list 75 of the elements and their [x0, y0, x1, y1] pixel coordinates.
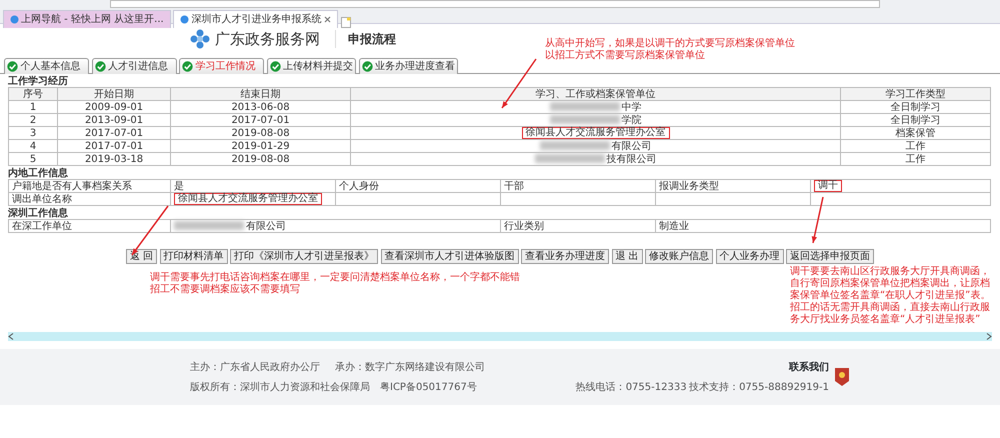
annotation-text: 招工不需要调档案应该不需要填写	[150, 284, 301, 296]
action-button[interactable]: 打印材料清单	[160, 249, 228, 264]
table-cell: 3	[8, 126, 58, 140]
table-cell: 2	[8, 114, 58, 126]
table-cell: 工作	[840, 152, 990, 166]
column-header: 学习、工作或档案保管单位	[350, 88, 840, 100]
annotation-text: 以招工方式不需要写原档案保管单位	[545, 50, 706, 62]
action-button[interactable]: 修改账户信息	[645, 249, 714, 264]
table-cell: 2019-01-29	[170, 140, 350, 152]
action-button[interactable]: 返回选择申报页面	[786, 249, 874, 264]
footer-text: 技术支持：0755-88892919-1	[689, 380, 829, 394]
annotation-text: 调干需要事先打电话咨询档案在哪里，一定要问清楚档案单位名称，一个字都不能错	[150, 272, 520, 284]
footer-text: 粤ICP备05017767号	[380, 380, 477, 394]
table-cell: 全日制学习	[840, 100, 990, 114]
table-cell: 2019-03-18	[58, 152, 170, 166]
table-cell: 调干	[814, 180, 842, 192]
browser-tab[interactable]: 深圳市人才引进业务申报系统	[173, 10, 338, 28]
annotation-text: 招工的话无需开具商调函，直接去南山行政服务大厅找业务员签名盖章“人才引进呈报表”	[790, 302, 991, 326]
table-cell: 2017-07-01	[170, 114, 350, 126]
table-cell: 2017-07-01	[58, 140, 170, 152]
table-cell: 中学	[550, 102, 642, 112]
table-cell: 工作	[840, 140, 990, 152]
column-header: 序号	[8, 88, 58, 100]
footer-text: 热线电话：0755-12333	[576, 380, 687, 394]
action-button[interactable]: 查看深圳市人才引进体验版图	[380, 249, 518, 264]
action-button[interactable]: 打印《深圳市人才引进呈报表》	[230, 249, 378, 264]
annotation-text: 从高中开始写，如果是以调干的方式要写原档案保管单位	[545, 38, 795, 50]
annotation-text: 调干要要去南山区行政服务大厅开具商调函，自行寄回原档案保管单位把档案调出，让原档案保管单位签名盖章“在职人才引进呈报”表。	[790, 266, 992, 302]
table-cell: 调出单位名称	[12, 194, 72, 204]
section-title: 内地工作信息	[8, 168, 69, 179]
action-button[interactable]: 个人业务办理	[716, 249, 784, 264]
table-cell: 个人身份	[339, 180, 379, 192]
table-cell: 在深工作单位	[12, 220, 72, 232]
column-header: 开始日期	[58, 88, 170, 100]
table-cell: 制造业	[659, 220, 689, 232]
column-header: 学习工作类型	[840, 88, 990, 100]
contact-title: 联系我们	[789, 360, 829, 374]
table-cell: 档案保管	[840, 126, 990, 140]
table-cell: 5	[8, 152, 58, 166]
section-title: 工作学习经历	[8, 76, 69, 87]
section-title: 深圳工作信息	[8, 208, 69, 219]
action-button[interactable]: 查看业务办理进度	[521, 249, 609, 264]
step-tab[interactable]: 业务办理进度查看	[358, 58, 458, 74]
column-header: 结束日期	[170, 88, 350, 100]
table-cell: 徐闻县人才交流服务管理办公室	[174, 193, 322, 205]
footer-text: 主办：广东省人民政府办公厅	[190, 360, 320, 374]
browser-tab[interactable]: 上网导航 - 轻快上网 从这里开...	[2, 10, 171, 28]
table-cell: 报调业务类型	[659, 180, 719, 192]
table-cell: 有限公司	[174, 220, 286, 232]
footer-text: 版权所有：深圳市人力资源和社会保障局	[190, 380, 370, 394]
table-cell: 有限公司	[540, 140, 652, 152]
table-cell: 2013-06-08	[170, 100, 350, 114]
table-cell: 技有限公司	[534, 154, 656, 164]
table-cell: 2019-08-08	[170, 152, 350, 166]
step-tab[interactable]: 上传材料并提交	[266, 58, 356, 74]
step-tab[interactable]: 学习工作情况	[179, 58, 264, 74]
table-cell: 1	[8, 100, 58, 114]
table-cell: 干部	[504, 180, 524, 192]
footer-text: 承办：数字广东网络建设有限公司	[335, 360, 485, 374]
table-cell: 户籍地是否有人事档案关系	[12, 180, 132, 192]
table-cell: 是	[174, 180, 184, 192]
site-name: 广东政务服务网	[215, 28, 320, 50]
table-cell: 学院	[550, 114, 642, 126]
page-title: 申报流程	[335, 30, 396, 48]
table-cell: 2017-07-01	[58, 126, 170, 140]
table-cell: 4	[8, 140, 58, 152]
table-cell: 徐闻县人才交流服务管理办公室	[522, 127, 670, 139]
table-cell: 2019-08-08	[170, 126, 350, 140]
step-tab[interactable]: 人才引进信息	[92, 58, 176, 74]
table-cell: 2013-09-01	[58, 114, 170, 126]
table-cell: 2009-09-01	[58, 100, 170, 114]
step-tab[interactable]: 个人基本信息	[4, 58, 89, 74]
table-cell: 全日制学习	[840, 114, 990, 126]
table-cell: 行业类别	[504, 220, 544, 232]
action-button[interactable]: 退 出	[612, 249, 643, 264]
